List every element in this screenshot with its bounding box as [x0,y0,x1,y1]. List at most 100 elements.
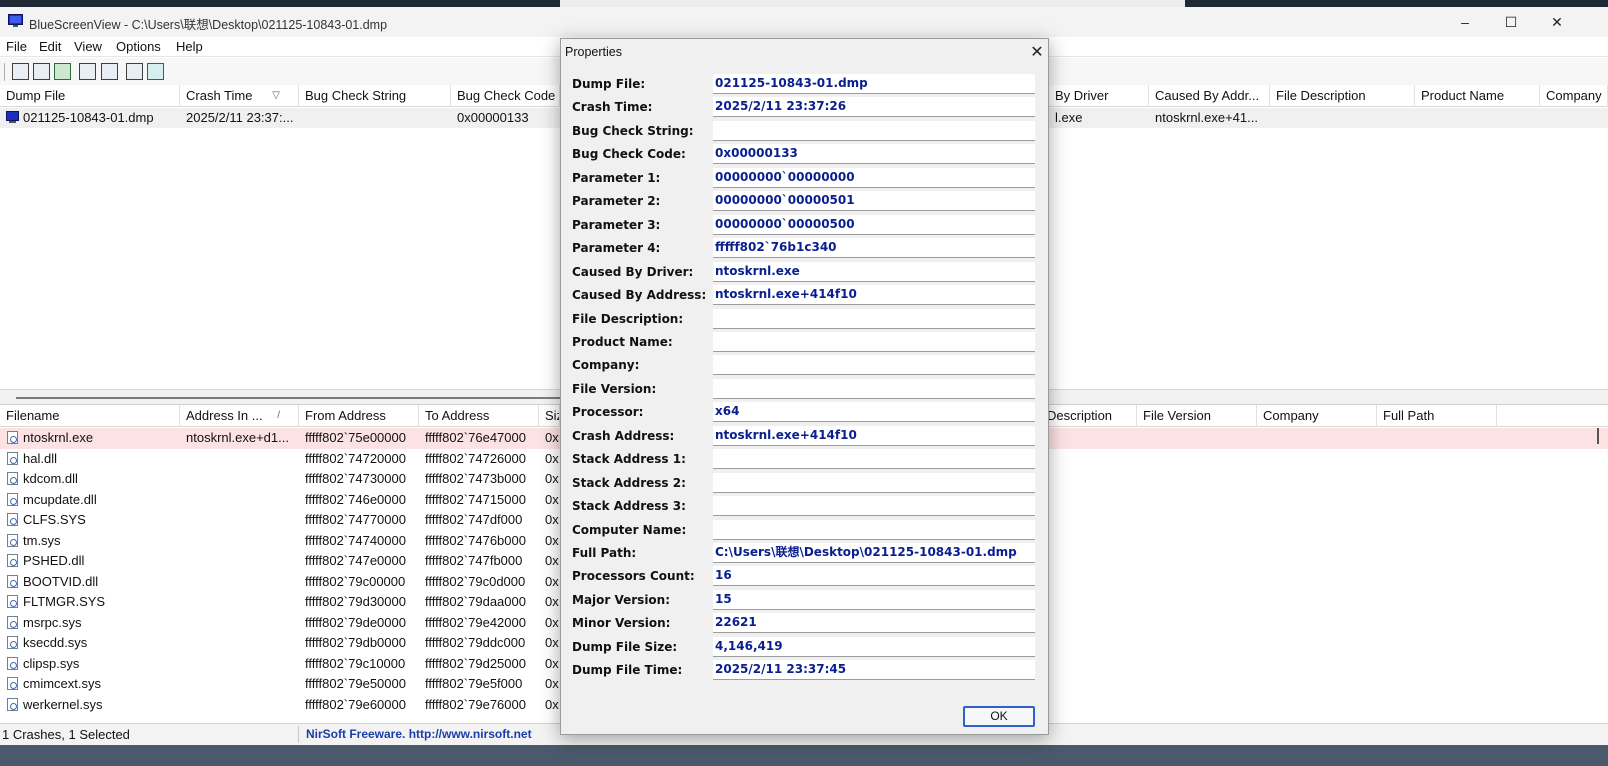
cell-filename: BOOTVID.dll [23,573,99,589]
cell-size: 0x [545,573,559,589]
col-to-address[interactable]: To Address [419,405,539,427]
property-label: Parameter 1: [572,170,661,185]
col-crash-time[interactable]: Crash Time ▽ [180,85,299,107]
vertical-scrollbar-thumb[interactable] [1597,428,1599,444]
col-caused-by-driver[interactable]: By Driver [1049,85,1149,107]
property-label: Caused By Driver: [572,264,694,279]
cell-filename: mcupdate.dll [23,491,97,507]
property-value-field[interactable] [713,378,1035,399]
col-product-name[interactable]: Product Name [1415,85,1540,107]
property-value-field[interactable] [713,120,1035,141]
property-value-field[interactable]: x64 [713,402,1035,423]
property-value-field[interactable]: 16 [713,566,1035,587]
refresh-icon[interactable] [54,63,71,80]
cell-to-address: fffff802`79c0d000 [425,573,526,589]
cell-size: 0x [545,594,559,609]
cell-filename: hal.dll [23,450,57,466]
find-icon[interactable] [126,63,143,80]
cell-caused-by-address: ntoskrnl.exe+41... [1155,110,1258,125]
property-label: Parameter 2: [572,194,661,209]
cell-from-address: fffff802`79c00000 [305,573,406,589]
property-value-field[interactable] [713,472,1035,493]
property-value-field[interactable]: 15 [713,589,1035,610]
cell-size: 0x [545,532,559,548]
dialog-close-button[interactable]: ✕ [1026,41,1048,63]
html-report-icon[interactable] [101,63,118,80]
property-value-field[interactable] [713,449,1035,470]
col-file-version[interactable]: File Version [1137,405,1257,427]
property-value-field[interactable]: C:\Users\联想\Desktop\021125-10843-01.dmp [713,543,1035,563]
col-file-description[interactable]: File Description [1270,85,1415,107]
col-full-path[interactable]: Full Path [1377,405,1497,427]
col-from-address[interactable]: From Address [299,405,419,427]
property-value-field[interactable]: 4,146,419 [713,636,1035,657]
property-value-field[interactable]: 00000000`00000501 [713,191,1035,212]
property-value-field[interactable]: ntoskrnl.exe+414f10 [713,425,1035,446]
nirsoft-link[interactable]: NirSoft Freeware. http://www.nirsoft.net [306,727,532,741]
property-label: Full Path: [572,546,637,560]
cell-filename: ntoskrnl.exe [23,430,94,445]
property-value-field[interactable]: 2025/2/11 23:37:26 [713,97,1035,118]
property-value-field[interactable] [713,355,1035,376]
menu-file[interactable]: File [6,39,27,54]
cell-to-address: fffff802`79e5f000 [425,676,523,691]
cell-size: 0x [545,553,559,568]
vertical-scrollbar[interactable] [1592,428,1604,718]
cell-from-address: fffff802`75e00000 [305,430,406,445]
property-value-field[interactable] [713,496,1035,517]
cell-from-address: fffff802`79e60000 [305,696,406,712]
menu-edit[interactable]: Edit [39,39,61,54]
col-bug-check-code[interactable]: Bug Check Code [451,85,560,107]
save-icon[interactable] [33,63,50,80]
copy-icon[interactable] [79,63,96,80]
cell-caused-by-driver: l.exe [1055,110,1083,125]
cell-address-in-stack [180,551,299,571]
col-filename[interactable]: Filename [0,405,180,427]
property-value-field[interactable]: 00000000`00000500 [713,214,1035,235]
col-dump-file[interactable]: Dump File [0,85,180,107]
cell-address-in-stack [180,592,299,612]
taskbar [0,745,1608,766]
properties-icon[interactable] [12,63,29,80]
property-value-field[interactable]: 2025/2/11 23:37:45 [713,660,1035,681]
cell-filename: cmimcext.sys [23,676,101,691]
col-address-in-stack[interactable]: Address In ... / [180,405,299,427]
property-label: File Version: [572,381,657,396]
property-value-field[interactable]: ntoskrnl.exe [713,261,1035,282]
col-company[interactable]: Company [1540,85,1608,107]
property-value-field[interactable]: 021125-10843-01.dmp [713,74,1035,94]
property-value-field[interactable]: ntoskrnl.exe+414f10 [713,285,1035,306]
cell-size: 0x [545,635,559,650]
property-label: Major Version: [572,592,671,607]
maximize-button[interactable]: ☐ [1488,7,1534,37]
property-label: Stack Address 1: [572,452,686,467]
properties-dialog: Properties ✕ Dump File: 021125-10843-01.d… [560,38,1049,735]
property-value-field[interactable]: 00000000`00000000 [713,167,1035,188]
exit-icon[interactable] [147,63,164,80]
minimize-button[interactable]: – [1442,7,1488,37]
property-value-field[interactable] [713,331,1035,352]
cell-bug-check-string [299,108,451,128]
property-value-field[interactable]: 0x00000133 [713,144,1035,165]
cell-address-in-stack [180,469,299,489]
menu-options[interactable]: Options [116,39,161,54]
col-bug-check-string[interactable]: Bug Check String [299,85,451,107]
cell-filename: msrpc.sys [23,614,82,630]
cell-address-in-stack [180,490,299,510]
property-value-field[interactable] [713,308,1035,329]
col-company[interactable]: Company [1257,405,1377,427]
col-caused-by-address[interactable]: Caused By Addr... [1149,85,1270,107]
menu-help[interactable]: Help [176,39,203,54]
property-value-field[interactable]: 22621 [713,613,1035,634]
col-file-description[interactable]: Description [1041,405,1137,427]
property-label: Dump File Time: [572,663,683,678]
cell-bug-check-code: 0x00000133 [457,110,529,125]
close-button[interactable]: ✕ [1534,7,1580,37]
ok-button[interactable]: OK [963,706,1035,727]
property-value-field[interactable] [713,519,1035,540]
horizontal-scrollbar-thumb[interactable] [16,397,576,399]
menu-view[interactable]: View [74,39,102,54]
col-size[interactable]: Siz [539,405,560,427]
property-value-field[interactable]: fffff802`76b1c340 [713,238,1035,259]
property-label: Computer Name: [572,522,687,537]
